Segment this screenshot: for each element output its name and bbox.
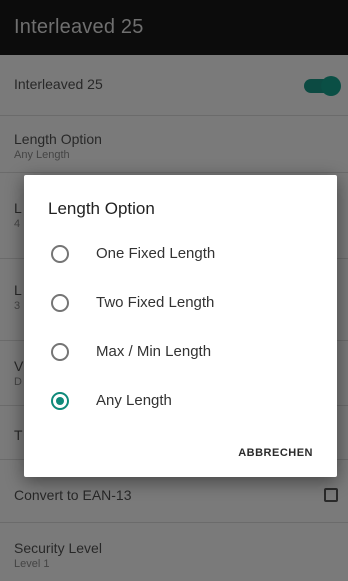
convert-checkbox[interactable]	[324, 488, 338, 502]
setting-subtitle: Level 1	[14, 558, 50, 570]
app-bar-title: Interleaved 25	[14, 16, 144, 38]
radio-checked-icon[interactable]	[51, 392, 69, 410]
option-label: One Fixed Length	[96, 245, 216, 262]
option-one-fixed-length[interactable]: One Fixed Length	[24, 231, 337, 279]
setting-title: Length Option	[14, 131, 102, 147]
setting-row-interleaved[interactable]: Interleaved 25	[0, 55, 348, 116]
setting-title: Security Level	[14, 540, 102, 556]
radio-unchecked-icon[interactable]	[51, 294, 69, 312]
setting-subtitle: Any Length	[14, 149, 70, 161]
radio-unchecked-icon[interactable]	[51, 343, 69, 361]
option-label: Two Fixed Length	[96, 294, 215, 311]
option-two-fixed-length[interactable]: Two Fixed Length	[24, 280, 337, 328]
radio-dot	[56, 397, 64, 405]
interleaved-toggle[interactable]	[304, 76, 341, 96]
toggle-knob	[321, 76, 341, 96]
setting-title: Interleaved 25	[14, 76, 103, 92]
option-max-min-length[interactable]: Max / Min Length	[24, 329, 337, 377]
setting-row-security-level[interactable]: Security Level Level 1	[0, 523, 348, 581]
app-bar: Interleaved 25	[0, 0, 348, 55]
option-label: Any Length	[96, 392, 172, 409]
option-any-length[interactable]: Any Length	[24, 378, 337, 426]
length-option-dialog: Length Option One Fixed Length Two Fixed…	[24, 175, 337, 477]
option-label: Max / Min Length	[96, 343, 212, 360]
setting-row-length-option[interactable]: Length Option Any Length	[0, 116, 348, 173]
cancel-button[interactable]: ABBRECHEN	[238, 447, 313, 459]
radio-unchecked-icon[interactable]	[51, 245, 69, 263]
dialog-title: Length Option	[48, 199, 155, 218]
